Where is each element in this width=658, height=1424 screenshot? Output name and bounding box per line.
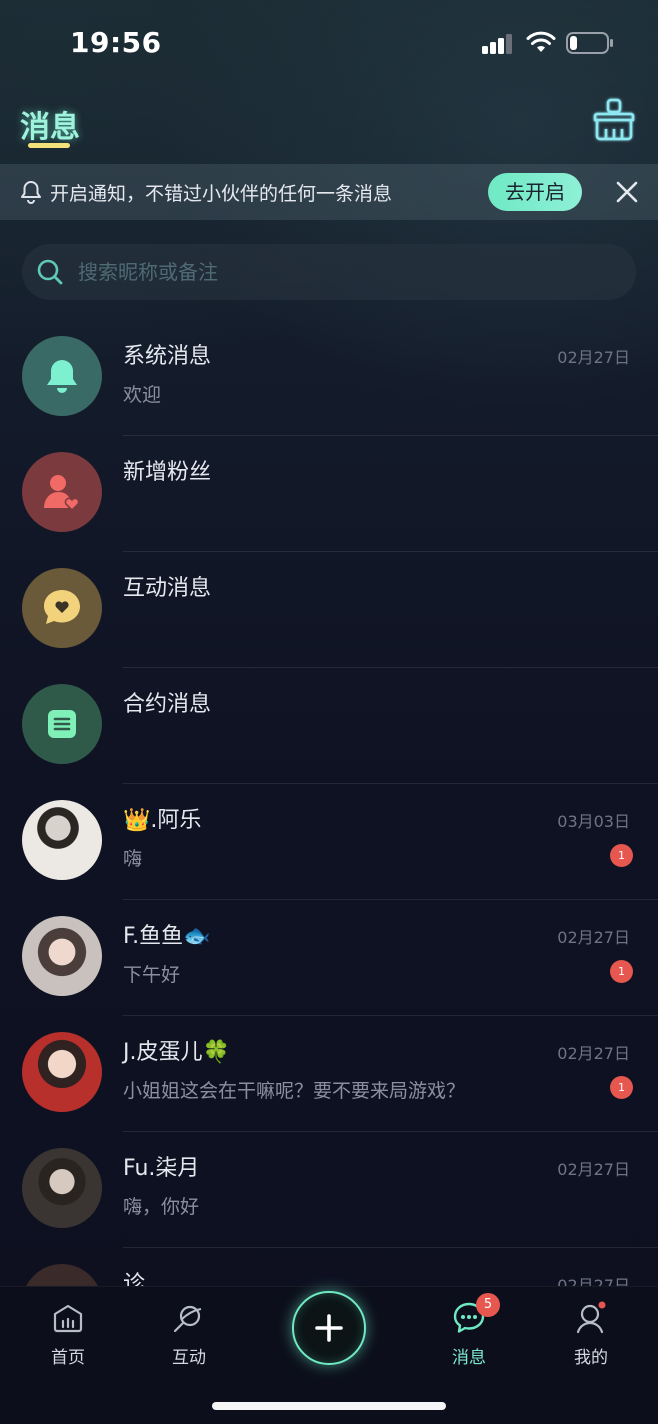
conversation-date: 02月27日 xyxy=(557,928,630,947)
plus-icon xyxy=(315,1314,343,1342)
conversation-date: 02月27日 xyxy=(557,1276,630,1286)
avatar xyxy=(22,800,102,880)
conversation-row[interactable]: Fu.柒月嗨，你好 02月27日 xyxy=(0,1132,658,1248)
user-heart-icon xyxy=(44,475,80,512)
conversation-preview: 嗨，你好 xyxy=(123,1196,200,1218)
status-bar: 19:56 xyxy=(0,0,658,88)
conversation-date: 03月03日 xyxy=(557,812,630,831)
bell-icon xyxy=(47,360,77,393)
tab-interact-label: 互动 xyxy=(172,1348,206,1368)
conversation-title: J.皮蛋儿🍀 xyxy=(123,1040,230,1065)
conversation-row[interactable]: J.皮蛋儿🍀 小姐姐这会在干嘛呢？要不要来局游戏？ 02月27日 1 xyxy=(0,1016,658,1132)
page-title: 消息 xyxy=(20,110,80,145)
avatar xyxy=(22,916,102,996)
conversation-title: 互动消息 xyxy=(123,576,212,601)
notification-banner: 开启通知，不错过小伙伴的任何一条消息 去开启 xyxy=(0,164,658,220)
conversation-title: 系统消息 xyxy=(123,344,212,369)
search-bar xyxy=(22,244,636,300)
enable-notification-button[interactable]: 去开启 xyxy=(488,173,582,211)
unread-badge: 1 xyxy=(610,844,633,867)
conversation-title: 新增粉丝 xyxy=(123,460,212,485)
conversation-title: Fu.柒月 xyxy=(123,1156,200,1181)
avatar xyxy=(22,568,102,648)
avatar xyxy=(22,684,102,764)
conversation-preview: 小姐姐这会在干嘛呢？要不要来局游戏？ xyxy=(123,1080,466,1102)
chat-heart-icon xyxy=(44,590,80,624)
avatar xyxy=(22,452,102,532)
unread-badge: 1 xyxy=(610,1076,633,1099)
conversation-row[interactable]: 👑.阿乐嗨 03月03日 1 xyxy=(0,784,658,900)
tab-profile-label: 我的 xyxy=(574,1348,608,1368)
status-time: 19:56 xyxy=(70,26,162,59)
avatar xyxy=(22,1264,102,1286)
avatar xyxy=(22,1148,102,1228)
broom-icon[interactable] xyxy=(590,96,638,144)
tab-interact[interactable]: 互动 xyxy=(144,1301,234,1368)
conversation-title: F.鱼鱼🐟 xyxy=(123,924,211,949)
conversation-row[interactable]: F.鱼鱼🐟 下午好 02月27日 1 xyxy=(0,900,658,1016)
avatar xyxy=(22,336,102,416)
conversation-row[interactable]: 系统消息欢迎 02月27日 xyxy=(0,320,658,436)
home-indicator xyxy=(212,1402,446,1410)
wifi-icon xyxy=(526,31,556,52)
conversation-preview: 下午好 xyxy=(123,964,181,986)
battery-icon xyxy=(566,32,613,54)
bell-icon xyxy=(21,181,41,204)
conversation-title: 👑.阿乐 xyxy=(123,808,202,833)
signal-icon xyxy=(482,34,512,54)
tab-messages[interactable]: 5 消息 xyxy=(424,1293,514,1368)
add-button[interactable] xyxy=(292,1291,366,1365)
conversation-title: 诊 xyxy=(123,1272,146,1286)
conversation-date: 02月27日 xyxy=(557,348,630,367)
tab-profile[interactable]: 我的 xyxy=(546,1301,636,1368)
tab-home-label: 首页 xyxy=(51,1348,85,1368)
conversation-row[interactable]: 诊 02月27日 xyxy=(0,1248,658,1286)
home-icon xyxy=(53,1304,83,1333)
close-icon[interactable] xyxy=(614,179,640,205)
search-input[interactable] xyxy=(78,252,618,292)
planet-icon xyxy=(173,1305,202,1333)
conversation-preview: 欢迎 xyxy=(123,384,162,406)
conversation-date: 02月27日 xyxy=(557,1160,630,1179)
unread-badge: 1 xyxy=(610,960,633,983)
header: 消息 xyxy=(0,88,658,164)
tab-messages-badge: 5 xyxy=(476,1293,500,1317)
notification-text: 开启通知，不错过小伙伴的任何一条消息 xyxy=(50,183,393,205)
conversation-date: 02月27日 xyxy=(557,1044,630,1063)
document-icon xyxy=(48,710,76,738)
avatar xyxy=(22,1032,102,1112)
conversation-title: 合约消息 xyxy=(123,692,212,717)
conversation-row[interactable]: 新增粉丝 xyxy=(0,436,658,552)
conversation-preview: 嗨 xyxy=(123,848,143,870)
conversation-list: 系统消息 欢迎 02月27日 新增粉丝 互动消息 合约消息 👑.阿乐嗨 03月03日 1 F.鱼鱼… xyxy=(0,320,658,1286)
profile-icon xyxy=(576,1301,606,1334)
search-icon xyxy=(37,259,63,285)
tab-home[interactable]: 首页 xyxy=(23,1301,113,1368)
conversation-row[interactable]: 合约消息 xyxy=(0,668,658,784)
tab-messages-label: 消息 xyxy=(452,1348,486,1368)
title-underline xyxy=(28,143,70,148)
conversation-row[interactable]: 互动消息 xyxy=(0,552,658,668)
